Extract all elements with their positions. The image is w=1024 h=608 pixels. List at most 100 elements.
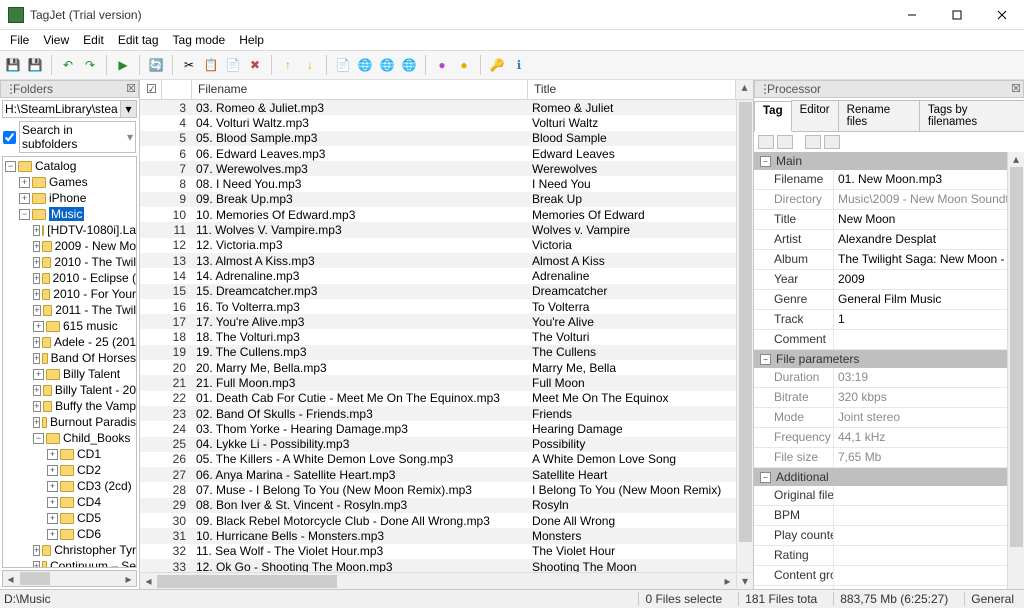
tree-node[interactable]: +Buffy the Vamp <box>3 398 136 414</box>
tree-expand-icon[interactable]: + <box>33 337 40 348</box>
table-row[interactable]: 606. Edward Leaves.mp3Edward Leaves <box>140 146 753 161</box>
refresh-icon[interactable]: 🔄 <box>147 56 165 74</box>
prop-value[interactable] <box>834 486 1024 505</box>
prop-section-header[interactable]: −File parameters <box>754 350 1024 368</box>
tree-expand-icon[interactable]: + <box>19 193 30 204</box>
tree-expand-icon[interactable]: + <box>47 465 58 476</box>
table-row[interactable]: 2807. Muse - I Belong To You (New Moon R… <box>140 482 753 497</box>
prop-row[interactable]: Original filena <box>754 486 1024 506</box>
col-number[interactable] <box>162 80 192 99</box>
tree-node[interactable]: +Christopher Tyr <box>3 542 136 558</box>
tree-expand-icon[interactable]: + <box>33 561 40 569</box>
tree-node[interactable]: +CD4 <box>3 494 136 510</box>
prop-row[interactable]: DirectoryMusic\2009 - New Moon Soundtrac… <box>754 190 1024 210</box>
proc-icon-2[interactable] <box>777 135 793 149</box>
collapse-icon[interactable]: − <box>760 472 771 483</box>
prop-row[interactable]: Filename01. New Moon.mp3 <box>754 170 1024 190</box>
tree-node[interactable]: +[HDTV-1080i].La <box>3 222 136 238</box>
tree-node[interactable]: +2011 - The Twil <box>3 302 136 318</box>
tab-tag[interactable]: Tag <box>754 101 792 132</box>
prop-value[interactable] <box>834 566 1024 585</box>
prop-value[interactable]: Music\2009 - New Moon Soundtrack <box>834 190 1024 209</box>
tree-expand-icon[interactable]: + <box>33 369 44 380</box>
collapse-icon[interactable]: − <box>760 156 771 167</box>
col-filename[interactable]: Filename <box>192 80 528 99</box>
table-row[interactable]: 1616. To Volterra.mp3To Volterra <box>140 299 753 314</box>
tree-node[interactable]: +CD5 <box>3 510 136 526</box>
tree-node[interactable]: −Child_Books <box>3 430 136 446</box>
prop-section-header[interactable]: −Main <box>754 152 1024 170</box>
tree-expand-icon[interactable]: + <box>33 241 40 252</box>
table-row[interactable]: 2908. Bon Iver & St. Vincent - Rosyln.mp… <box>140 498 753 513</box>
table-row[interactable]: 2020. Marry Me, Bella.mp3Marry Me, Bella <box>140 360 753 375</box>
prop-row[interactable]: Content grou <box>754 566 1024 586</box>
table-row[interactable]: 2302. Band Of Skulls - Friends.mp3Friend… <box>140 406 753 421</box>
prop-value[interactable]: 2009 <box>834 270 1024 289</box>
table-row[interactable]: 3211. Sea Wolf - The Violet Hour.mp3The … <box>140 544 753 559</box>
tree-expand-icon[interactable]: + <box>47 497 58 508</box>
folders-hscrollbar[interactable]: ◂▸ <box>2 570 137 587</box>
prop-row[interactable]: ArtistAlexandre Desplat <box>754 230 1024 250</box>
tree-node[interactable]: +CD1 <box>3 446 136 462</box>
table-row[interactable]: 2605. The Killers - A White Demon Love S… <box>140 452 753 467</box>
table-row[interactable]: 2504. Lykke Li - Possibility.mp3Possibil… <box>140 437 753 452</box>
prop-row[interactable]: GenreGeneral Film Music <box>754 290 1024 310</box>
processor-close-icon[interactable]: ☒ <box>1011 82 1021 95</box>
tree-node[interactable]: +2009 - New Mo <box>3 238 136 254</box>
tree-expand-icon[interactable]: − <box>33 433 44 444</box>
proc-icon-1[interactable] <box>758 135 774 149</box>
tree-node[interactable]: +Continuum – Se <box>3 558 136 568</box>
save-all-icon[interactable]: 💾 <box>26 56 44 74</box>
proc-icon-4[interactable] <box>824 135 840 149</box>
menu-view[interactable]: View <box>37 31 75 49</box>
table-row[interactable]: 707. Werewolves.mp3Werewolves <box>140 161 753 176</box>
col-checkbox[interactable]: ☑ <box>140 80 162 99</box>
prop-value[interactable]: 03:19 <box>834 368 1024 387</box>
tree-expand-icon[interactable]: + <box>47 513 58 524</box>
col-title[interactable]: Title <box>528 80 736 99</box>
prop-value[interactable]: 1 <box>834 310 1024 329</box>
tree-node[interactable]: +Games <box>3 174 136 190</box>
table-row[interactable]: 808. I Need You.mp3I Need You <box>140 176 753 191</box>
table-row[interactable]: 1010. Memories Of Edward.mp3Memories Of … <box>140 207 753 222</box>
table-row[interactable]: 1212. Victoria.mp3Victoria <box>140 238 753 253</box>
prop-row[interactable]: Comment <box>754 330 1024 350</box>
tree-node[interactable]: +2010 - For Your <box>3 286 136 302</box>
paste-icon[interactable]: 📄 <box>224 56 242 74</box>
tree-node[interactable]: +Band Of Horses <box>3 350 136 366</box>
table-row[interactable]: 3312. Ok Go - Shooting The Moon.mp3Shoot… <box>140 559 753 572</box>
tree-expand-icon[interactable]: + <box>33 273 40 284</box>
tree-node[interactable]: +Billy Talent - 20 <box>3 382 136 398</box>
tree-expand-icon[interactable]: − <box>5 161 16 172</box>
tree-expand-icon[interactable]: + <box>33 305 41 316</box>
prop-section-header[interactable]: −Additional <box>754 468 1024 486</box>
cut-icon[interactable]: ✂ <box>180 56 198 74</box>
prop-value[interactable]: 7,65 Mb <box>834 448 1024 467</box>
table-row[interactable]: 3110. Hurricane Bells - Monsters.mp3Mons… <box>140 528 753 543</box>
prop-value[interactable] <box>834 330 1024 349</box>
folders-close-icon[interactable]: ☒ <box>126 82 136 95</box>
table-row[interactable]: 1414. Adrenaline.mp3Adrenaline <box>140 268 753 283</box>
redo-icon[interactable]: ↷ <box>81 56 99 74</box>
table-row[interactable]: 1111. Wolves V. Vampire.mp3Wolves v. Vam… <box>140 222 753 237</box>
prop-row[interactable]: TitleNew Moon <box>754 210 1024 230</box>
prop-value[interactable] <box>834 546 1024 565</box>
tree-node[interactable]: +CD3 (2cd) <box>3 478 136 494</box>
table-row[interactable]: 1818. The Volturi.mp3The Volturi <box>140 329 753 344</box>
table-row[interactable]: 909. Break Up.mp3Break Up <box>140 192 753 207</box>
prop-value[interactable]: 320 kbps <box>834 388 1024 407</box>
menu-file[interactable]: File <box>4 31 35 49</box>
file-list-hscrollbar[interactable]: ◂ ▸ ▾ <box>140 572 753 589</box>
prop-value[interactable] <box>834 506 1024 525</box>
tree-expand-icon[interactable]: − <box>19 209 30 220</box>
folder-tree[interactable]: −Catalog+Games+iPhone−Music+[HDTV-1080i]… <box>2 156 137 568</box>
globe1-icon[interactable]: 🌐 <box>356 56 374 74</box>
prop-value[interactable] <box>834 586 1024 589</box>
tab-rename-files[interactable]: Rename files <box>838 100 920 131</box>
tree-expand-icon[interactable]: + <box>33 545 40 556</box>
prop-row[interactable]: AlbumThe Twilight Saga: New Moon - The S <box>754 250 1024 270</box>
tree-expand-icon[interactable]: + <box>33 321 44 332</box>
menu-help[interactable]: Help <box>233 31 270 49</box>
prop-row[interactable]: Duration03:19 <box>754 368 1024 388</box>
tree-node[interactable]: −Catalog <box>3 158 136 174</box>
